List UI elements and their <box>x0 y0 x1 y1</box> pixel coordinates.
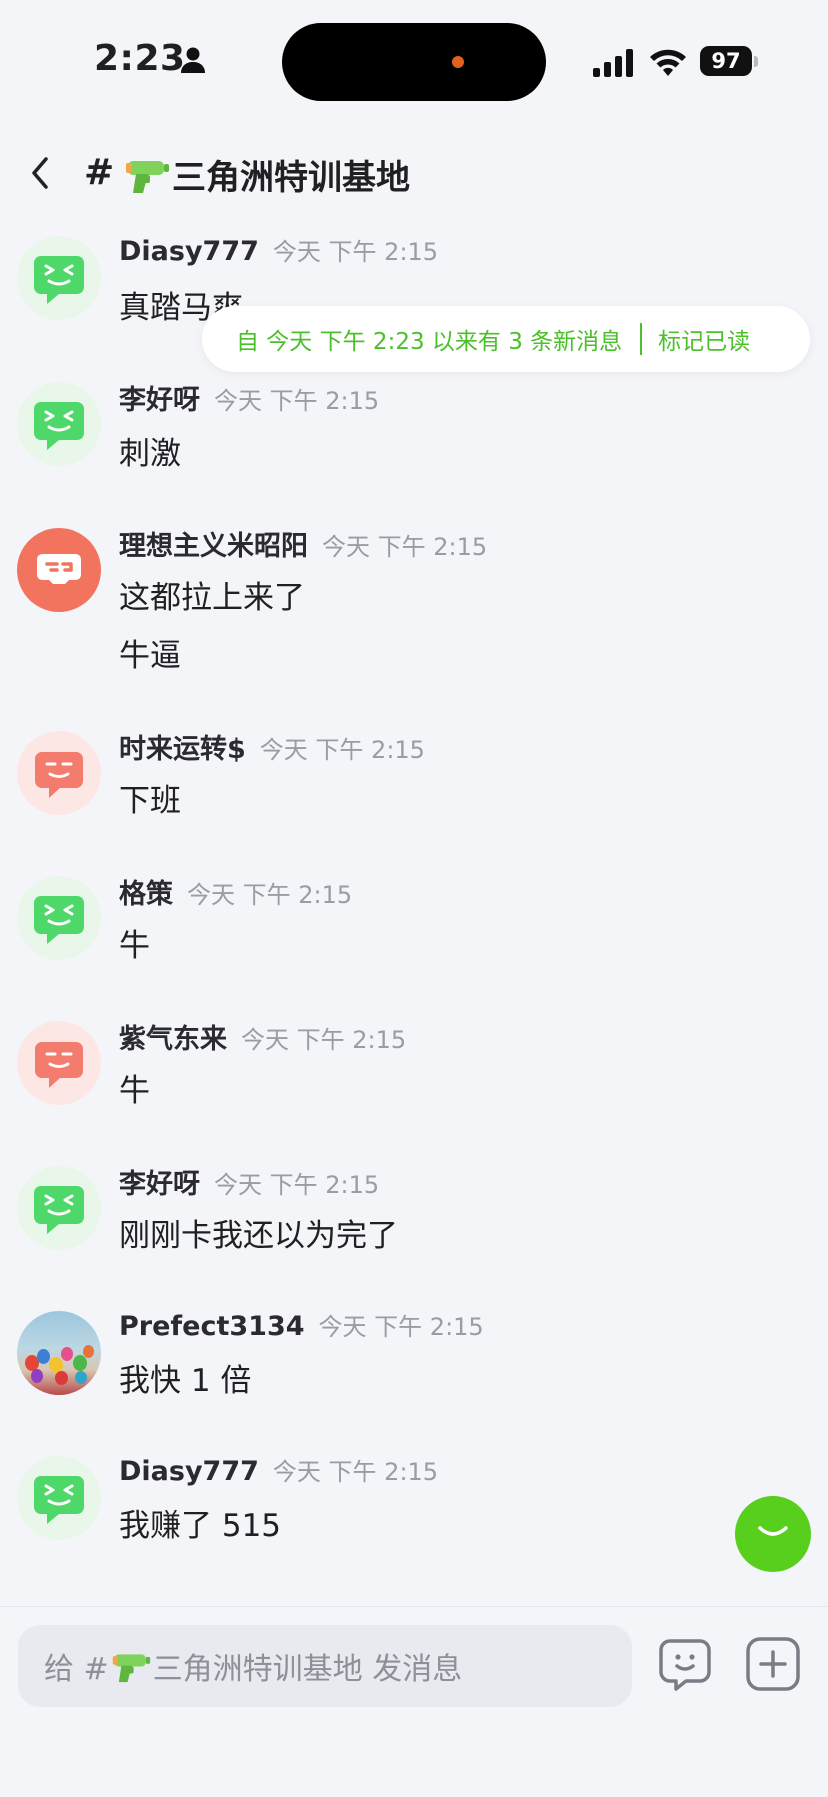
emoji-icon[interactable] <box>656 1635 714 1693</box>
green-bot-avatar[interactable] <box>17 382 101 466</box>
green-bot-avatar[interactable] <box>17 1456 101 1540</box>
red-gamepad-avatar[interactable] <box>17 528 101 612</box>
back-chevron-icon[interactable] <box>30 156 50 190</box>
dynamic-island <box>282 23 546 101</box>
sender-name[interactable]: 李好呀 <box>119 378 200 417</box>
cellular-signal-icon <box>593 49 633 77</box>
water-gun-icon <box>112 1653 150 1682</box>
message-time: 今天 下午 2:15 <box>214 387 380 415</box>
mark-read-button[interactable]: 标记已读 <box>658 322 750 356</box>
sender-name[interactable]: Diasy777 <box>119 1456 259 1487</box>
balloon-photo-avatar[interactable] <box>17 1311 101 1395</box>
message-time: 今天 下午 2:15 <box>272 1458 439 1486</box>
water-gun-icon <box>126 160 169 193</box>
status-bar: 2:23 97 <box>0 0 828 124</box>
add-attachment-icon[interactable] <box>744 1635 802 1693</box>
green-bot-avatar[interactable] <box>17 876 101 960</box>
recording-dot-icon <box>452 56 464 68</box>
sender-name[interactable]: Diasy777 <box>119 236 259 267</box>
scroll-to-bottom-button[interactable] <box>735 1496 811 1572</box>
new-messages-text[interactable]: 自 今天 下午 2:23 以来有 3 条新消息 <box>236 322 622 356</box>
wifi-icon <box>650 49 686 76</box>
message-time: 今天 下午 2:15 <box>259 736 425 764</box>
sender-name[interactable]: 格策 <box>119 872 173 911</box>
input-placeholder: 给 # 三角洲特训基地 发消息 <box>44 1644 462 1688</box>
channel-header: # 三角洲特训基地 <box>0 134 828 208</box>
status-time: 2:23 <box>94 38 186 79</box>
banner-divider <box>640 323 643 355</box>
message-text: 我赚了 515 <box>119 1508 282 1544</box>
message-text: 刚刚卡我还以为完了 <box>119 1218 398 1254</box>
message-time: 今天 下午 2:15 <box>322 533 488 561</box>
placeholder-prefix: 给 # <box>44 1652 109 1687</box>
message-text: 牛逼 <box>119 638 181 674</box>
message-text: 牛 <box>119 928 150 964</box>
sender-name[interactable]: 理想主义米昭阳 <box>119 524 308 563</box>
sender-name[interactable]: 李好呀 <box>119 1162 200 1201</box>
message-time: 今天 下午 2:15 <box>214 1171 380 1199</box>
pink-bot-avatar[interactable] <box>17 1021 101 1105</box>
battery-indicator: 97 <box>700 46 758 78</box>
message-time: 今天 下午 2:15 <box>241 1026 407 1054</box>
channel-hash-icon: # <box>84 152 115 193</box>
battery-tip <box>754 56 758 67</box>
message-input[interactable]: 给 # 三角洲特训基地 发消息 <box>18 1625 632 1707</box>
placeholder-channel: 三角洲特训基地 <box>152 1652 363 1687</box>
channel-title[interactable]: 三角洲特训基地 <box>124 150 410 199</box>
chevron-down-icon <box>758 1526 788 1536</box>
sender-name[interactable]: 紫气东来 <box>119 1017 227 1056</box>
message-text: 下班 <box>119 783 181 819</box>
pink-bot-avatar[interactable] <box>17 731 101 815</box>
green-bot-avatar[interactable] <box>17 236 101 320</box>
channel-name: 三角洲特训基地 <box>172 158 410 198</box>
message-time: 今天 下午 2:15 <box>187 881 353 909</box>
new-messages-banner[interactable]: 自 今天 下午 2:23 以来有 3 条新消息 标记已读 <box>202 306 810 372</box>
green-bot-avatar[interactable] <box>17 1166 101 1250</box>
sender-name[interactable]: 时来运转$ <box>119 727 246 766</box>
message-composer: 给 # 三角洲特训基地 发消息 <box>0 1606 828 1797</box>
message-text: 牛 <box>119 1073 150 1109</box>
message-text: 刺激 <box>119 436 181 472</box>
message-time: 今天 下午 2:15 <box>272 238 439 266</box>
sender-name[interactable]: Prefect3134 <box>119 1311 305 1342</box>
message-text: 这都拉上来了 <box>119 580 305 616</box>
placeholder-suffix: 发消息 <box>362 1652 463 1687</box>
message-text: 我快 1 倍 <box>119 1363 252 1399</box>
person-icon <box>181 47 205 73</box>
message-time: 今天 下午 2:15 <box>318 1313 484 1341</box>
battery-level: 97 <box>700 46 752 76</box>
